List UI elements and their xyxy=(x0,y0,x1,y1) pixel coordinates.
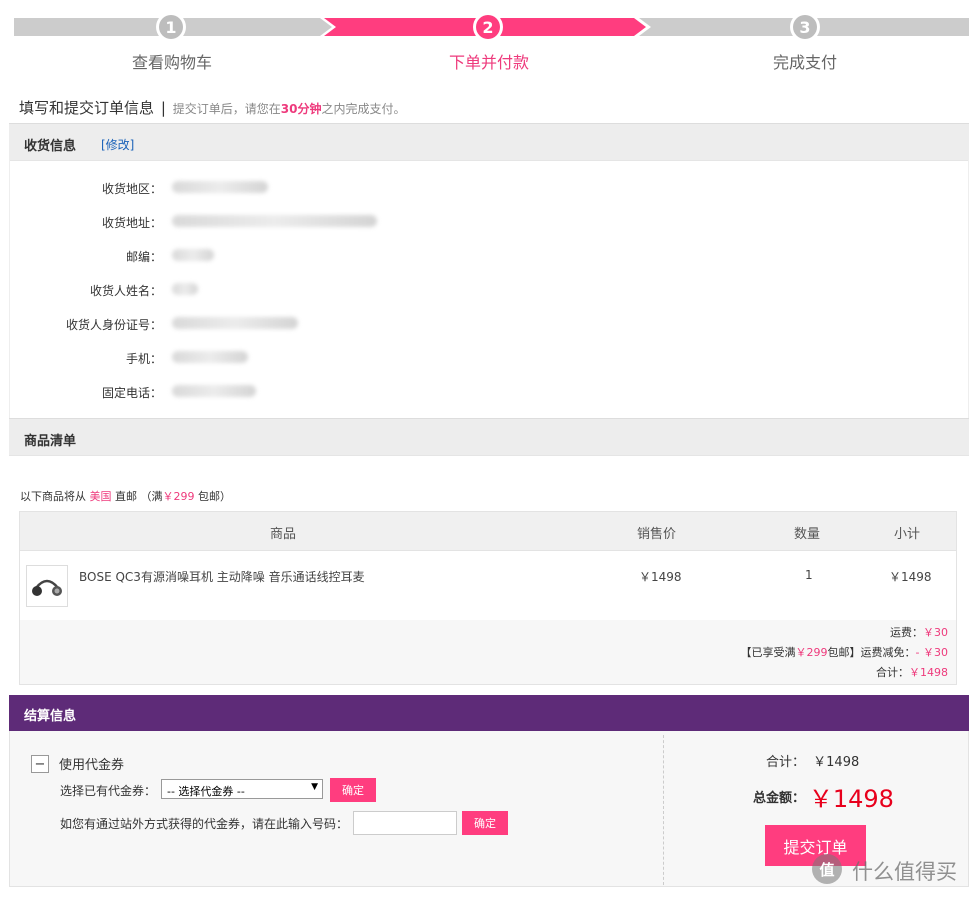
free-ship-amount: ￥299 xyxy=(162,490,195,503)
total-label: 合计： xyxy=(876,666,909,679)
free-ship-suffix: 包邮） xyxy=(198,490,231,503)
payment-note-suffix: 之内完成支付。 xyxy=(321,102,406,116)
grand-total-label: 总金额： xyxy=(753,791,806,806)
shipping-origin-note: 以下商品将从 美国 直邮 （满￥299 包邮） xyxy=(20,488,231,504)
field-value-region xyxy=(172,181,268,193)
checkout-divider xyxy=(663,735,664,885)
field-value-id-number xyxy=(172,317,298,329)
step-3-number: 3 xyxy=(793,15,817,39)
field-value-postcode xyxy=(172,249,214,261)
discount-suffix: 包邮】运费减免： xyxy=(827,646,916,659)
payment-deadline: 30分钟 xyxy=(280,102,322,116)
step-2-circle: 2 xyxy=(473,12,503,42)
coupon-select-label: 选择已有代金券： xyxy=(60,784,157,798)
product-name-link[interactable]: BOSE QC3有源消噪耳机 主动降噪 音乐通话线控耳麦 xyxy=(79,568,365,585)
field-label-phone: 固定电话： xyxy=(101,386,162,400)
shipping-fee-label: 运费： xyxy=(890,626,923,639)
field-label-mobile: 手机： xyxy=(125,352,162,366)
product-thumbnail[interactable] xyxy=(26,565,68,607)
shipping-section-title: 收货信息 xyxy=(24,139,77,154)
product-subtotal: ￥1498 xyxy=(889,570,932,584)
shipping-discount-row: 【已享受满￥299包邮】运费减免：- ￥30 xyxy=(741,644,948,660)
grand-total-value: ￥1498 xyxy=(808,785,894,813)
sum-label: 合计： xyxy=(766,755,806,770)
col-header-qty: 数量 xyxy=(794,527,821,542)
edit-shipping-link[interactable]: [修改] xyxy=(101,136,134,153)
title-separator: | xyxy=(160,99,166,117)
coupon-collapse-toggle[interactable]: − xyxy=(31,755,49,773)
total-row: 合计：￥1498 xyxy=(876,664,948,680)
field-value-address xyxy=(172,215,377,227)
table-row: BOSE QC3有源消噪耳机 主动降噪 音乐通话线控耳麦 ￥1498 1 ￥14… xyxy=(20,550,956,621)
field-label-address: 收货地址： xyxy=(101,216,162,230)
step-3-label: 完成支付 xyxy=(772,53,837,72)
watermark-logo-icon: 值 xyxy=(812,854,842,884)
step-1-number: 1 xyxy=(159,15,183,39)
shipping-fee-value: ￥30 xyxy=(923,626,948,639)
checkout-section-title: 结算信息 xyxy=(24,709,77,724)
product-table: 商品 销售价 数量 小计 BOSE QC3有源消噪耳机 主动降噪 音乐通话线控耳… xyxy=(19,511,957,685)
field-value-phone xyxy=(172,385,256,397)
col-header-subtotal: 小计 xyxy=(894,527,921,542)
sum-row: 合计： ￥1498 xyxy=(766,751,859,770)
products-section-header: 商品清单 xyxy=(9,418,969,456)
origin-country: 美国 xyxy=(89,490,112,503)
payment-note-prefix: 提交订单后，请您在 xyxy=(172,102,281,116)
coupon-select[interactable]: -- 选择代金券 -- ▼ xyxy=(161,779,323,799)
total-value: ￥1498 xyxy=(909,666,948,679)
coupon-select-confirm-button[interactable]: 确定 xyxy=(330,778,376,802)
field-label-name: 收货人姓名： xyxy=(89,284,162,298)
shipping-fee-row: 运费：￥30 xyxy=(890,624,948,640)
step-2-number: 2 xyxy=(476,15,500,39)
discount-value: - ￥30 xyxy=(915,646,948,659)
external-coupon-label: 如您有通过站外方式获得的代金券，请在此输入号码： xyxy=(60,817,349,831)
step-1-circle: 1 xyxy=(156,12,186,42)
product-table-header: 商品 销售价 数量 小计 xyxy=(20,512,956,551)
external-coupon-input[interactable] xyxy=(353,811,457,835)
coupon-select-value: -- 选择代金券 -- xyxy=(167,785,245,798)
checkout-section-header: 结算信息 xyxy=(9,695,969,731)
step-3-circle: 3 xyxy=(790,12,820,42)
products-section-title: 商品清单 xyxy=(24,434,77,449)
field-label-id-number: 收货人身份证号： xyxy=(65,318,162,332)
free-ship-prefix: （满 xyxy=(140,490,163,503)
col-header-product: 商品 xyxy=(270,527,297,542)
col-header-price: 销售价 xyxy=(637,527,677,542)
step-2-label: 下单并付款 xyxy=(448,53,529,72)
external-coupon-confirm-button[interactable]: 确定 xyxy=(462,811,508,835)
sum-value: ￥1498 xyxy=(813,755,860,770)
origin-prefix: 以下商品将从 xyxy=(20,490,86,503)
product-price: ￥1498 xyxy=(639,570,682,584)
origin-method: 直邮 xyxy=(115,490,137,503)
field-value-name xyxy=(172,283,198,295)
field-value-mobile xyxy=(172,351,248,363)
page-title: 填写和提交订单信息 xyxy=(19,99,155,117)
product-qty: 1 xyxy=(805,568,813,582)
watermark-text: 什么值得买 xyxy=(852,860,957,884)
field-label-postcode: 邮编： xyxy=(125,250,162,264)
chevron-down-icon: ▼ xyxy=(311,782,318,792)
step-1-label: 查看购物车 xyxy=(131,53,212,72)
field-label-region: 收货地区： xyxy=(101,182,162,196)
page-title-row: 填写和提交订单信息 | 提交订单后，请您在30分钟之内完成支付。 xyxy=(19,97,405,118)
shipping-section-header: 收货信息 [修改] xyxy=(9,123,969,161)
discount-prefix: 【已享受满 xyxy=(740,646,796,659)
coupon-title: 使用代金券 xyxy=(59,758,125,773)
grand-total-row: 总金额： ￥1498 xyxy=(753,779,894,814)
discount-amount: ￥299 xyxy=(795,646,828,659)
order-summary: 运费：￥30 【已享受满￥299包邮】运费减免：- ￥30 合计：￥1498 xyxy=(20,620,956,684)
headphones-icon xyxy=(32,579,62,596)
